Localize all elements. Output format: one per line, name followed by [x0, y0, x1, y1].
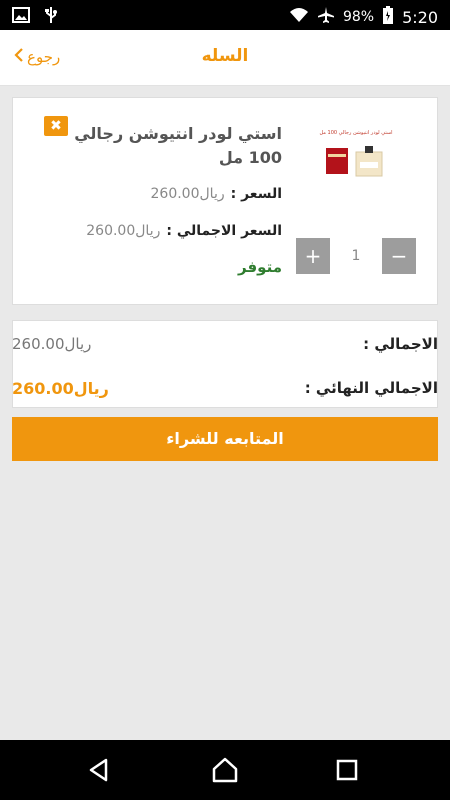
usb-icon [44, 6, 58, 28]
battery-level: 98% [342, 9, 375, 25]
thumbnail-caption: استي لودر انتيوشن رجالي 100 مل [319, 130, 392, 136]
home-nav-icon[interactable] [210, 755, 240, 785]
product-thumbnail[interactable]: استي لودر انتيوشن رجالي 100 مل [318, 120, 394, 206]
unit-price-label: السعر : [230, 186, 282, 202]
checkout-button[interactable]: المتابعه للشراء [12, 417, 438, 461]
close-icon: ✖ [50, 118, 62, 134]
subtotal-label: الاجمالي : [363, 335, 438, 353]
grand-total-label: الاجمالي النهائي : [304, 379, 438, 397]
back-nav-icon[interactable] [84, 755, 114, 785]
item-total-row: السعر الاجمالي : 260.00ريال [86, 223, 282, 239]
item-total-label: السعر الاجمالي : [166, 223, 282, 239]
unit-price-row: السعر : 260.00ريال [151, 186, 283, 202]
status-bar: 98% 5:20 [0, 0, 450, 30]
quantity-stepper: + 1 − [296, 238, 416, 274]
quantity-value[interactable]: 1 [330, 238, 382, 274]
page-title: السله [201, 46, 249, 66]
system-nav-bar [0, 740, 450, 800]
grand-total-row: 260.00ريال الاجمالي النهائي : [12, 377, 438, 399]
airplane-icon [317, 6, 335, 28]
image-icon [12, 7, 30, 27]
unit-price-value: 260.00ريال [150, 186, 225, 202]
subtotal-value: 260.00ريال [12, 335, 92, 353]
app-header: رجوع السله [0, 30, 450, 86]
subtotal-row: 260.00ريال الاجمالي : [12, 334, 438, 354]
wifi-icon [289, 7, 309, 27]
battery-icon [382, 5, 394, 29]
decrease-quantity-button[interactable]: − [382, 238, 416, 274]
recents-nav-icon[interactable] [332, 755, 362, 785]
grand-total-value: 260.00ريال [12, 378, 109, 398]
item-total-value: 260.00ريال [86, 223, 161, 239]
stock-status: متوفر [238, 258, 282, 276]
clock: 5:20 [402, 7, 438, 27]
increase-quantity-button[interactable]: + [296, 238, 330, 274]
product-name[interactable]: استي لودر انتيوشن رجالي 100 مل [62, 122, 282, 170]
